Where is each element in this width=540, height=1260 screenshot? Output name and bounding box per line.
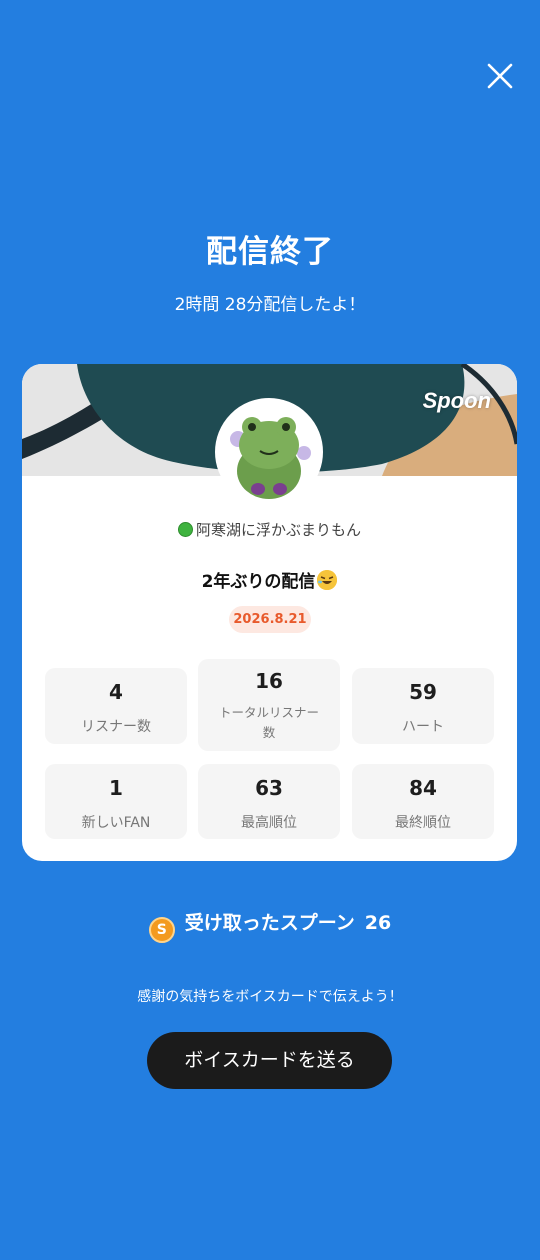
stat-label: トータルリスナー数 bbox=[218, 705, 319, 740]
stat-listeners: 4 リスナー数 bbox=[45, 668, 187, 744]
received-spoons-count: 26 bbox=[364, 912, 392, 934]
stat-value: 59 bbox=[409, 680, 437, 704]
stat-value: 84 bbox=[409, 776, 437, 800]
stat-value: 4 bbox=[109, 680, 123, 704]
stat-highest-rank: 63 最高順位 bbox=[198, 764, 340, 839]
broadcast-duration: 2時間 28分配信したよ！ bbox=[174, 295, 366, 315]
page-title: 配信終了 bbox=[206, 234, 334, 270]
close-button[interactable] bbox=[484, 60, 516, 92]
stat-value: 63 bbox=[255, 776, 283, 800]
spoon-coin-icon: S bbox=[148, 917, 175, 943]
stat-label: 最終順位 bbox=[395, 815, 451, 831]
nickname: 阿寒湖に浮かぶまりもん bbox=[22, 519, 517, 540]
broadcast-summary-card: Spoon 阿寒湖に浮かぶまりもん 2年ぶりの配信 2026.8.21 4 リス… bbox=[22, 364, 517, 861]
send-voice-card-button[interactable]: ボイスカードを送る bbox=[147, 1032, 392, 1089]
live-title: 2年ぶりの配信 bbox=[22, 567, 517, 592]
green-circle-icon bbox=[177, 522, 193, 537]
date-badge: 2026.8.21 bbox=[229, 606, 311, 633]
stat-hearts: 59 ハート bbox=[352, 668, 494, 744]
stat-total-listeners: 16 トータルリスナー数 bbox=[198, 659, 340, 751]
stat-value: 16 bbox=[255, 669, 283, 693]
received-spoons: S 受け取ったスプーン 26 bbox=[0, 908, 540, 943]
stat-new-fans: 1 新しいFAN bbox=[45, 764, 187, 839]
stat-label: 新しいFAN bbox=[81, 815, 151, 831]
live-title-text: 2年ぶりの配信 bbox=[201, 572, 316, 592]
stat-label: ハート bbox=[402, 719, 444, 735]
rolling-laughing-emoji-icon bbox=[317, 570, 338, 590]
close-icon bbox=[487, 63, 513, 89]
stat-value: 1 bbox=[109, 776, 123, 800]
avatar bbox=[215, 398, 323, 506]
stat-final-rank: 84 最終順位 bbox=[352, 764, 494, 839]
thanks-message: 感謝の気持ちをボイスカードで伝えよう！ bbox=[137, 989, 403, 1005]
stat-label: リスナー数 bbox=[81, 719, 151, 735]
nickname-text: 阿寒湖に浮かぶまりもん bbox=[195, 521, 361, 539]
stat-label: 最高順位 bbox=[241, 815, 297, 831]
received-spoons-label: 受け取ったスプーン bbox=[184, 912, 355, 934]
spoon-logo: Spoon bbox=[422, 388, 491, 413]
